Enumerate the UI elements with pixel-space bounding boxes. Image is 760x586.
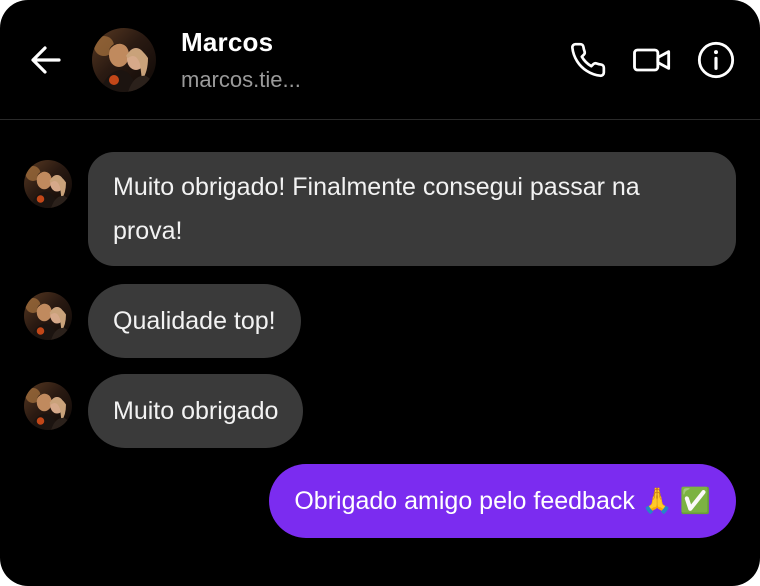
message-bubble-incoming[interactable]: Muito obrigado <box>88 374 304 448</box>
back-button[interactable] <box>26 40 66 80</box>
sender-avatar[interactable] <box>24 382 72 430</box>
contact-handle[interactable]: marcos.tie... <box>181 67 301 93</box>
avatar[interactable] <box>92 28 156 92</box>
arrow-left-icon <box>31 46 61 74</box>
contact-name[interactable]: Marcos <box>181 27 273 58</box>
message-bubble-incoming[interactable]: Qualidade top! <box>88 284 301 358</box>
chat-header: Marcos marcos.tie... <box>0 0 760 120</box>
message-bubble-incoming[interactable]: Muito obrigado! Finalmente consegui pass… <box>88 152 736 266</box>
info-icon <box>697 41 735 79</box>
phone-icon <box>571 42 606 78</box>
video-camera-icon <box>633 48 671 72</box>
call-button[interactable] <box>568 40 608 80</box>
video-call-button[interactable] <box>632 40 672 80</box>
sender-avatar[interactable] <box>24 160 72 208</box>
chat-window: Marcos marcos.tie... Muito obrigado! Fin… <box>0 0 760 586</box>
sender-avatar[interactable] <box>24 292 72 340</box>
info-button[interactable] <box>696 40 736 80</box>
message-bubble-outgoing[interactable]: Obrigado amigo pelo feedback 🙏 ✅ <box>269 464 736 538</box>
